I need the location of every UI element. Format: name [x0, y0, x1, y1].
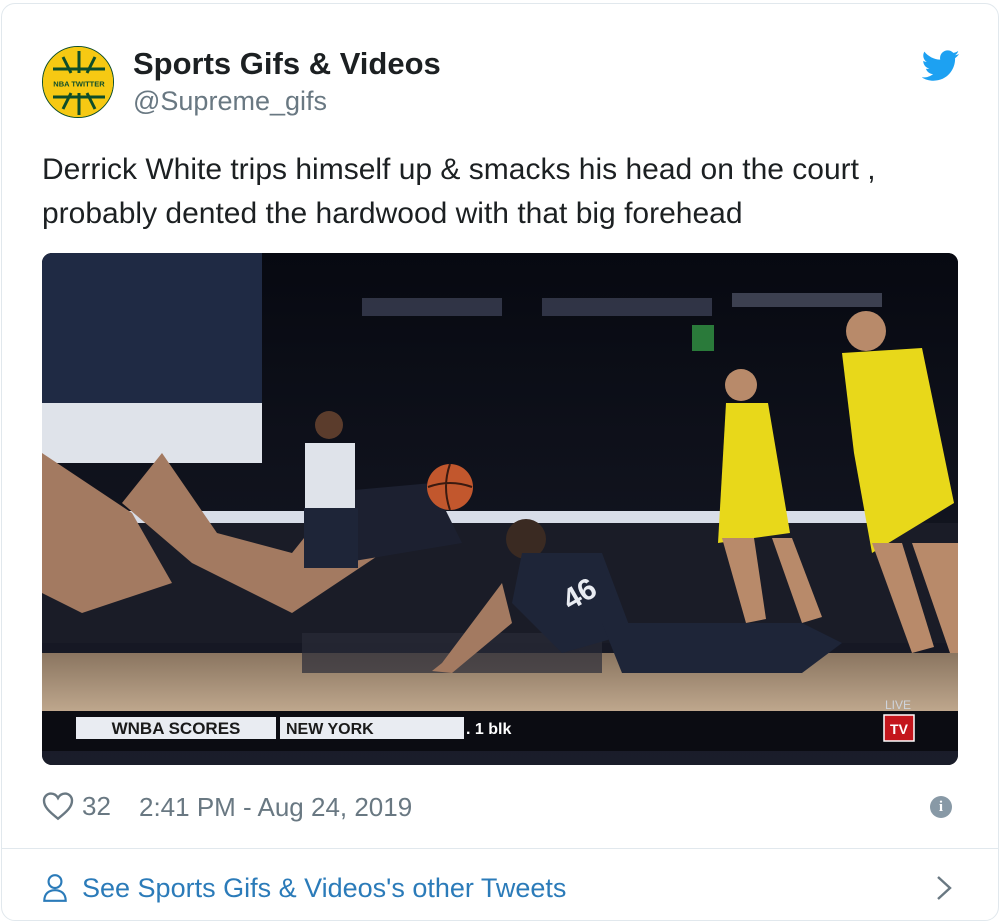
tweet-media-video[interactable]: 46 WNBA SCORES NEW YORK . 1 blk LIVE TV	[42, 253, 958, 765]
info-icon[interactable]: i	[930, 796, 952, 818]
handle[interactable]: @Supreme_gifs	[133, 86, 327, 117]
see-other-tweets-label: See Sports Gifs & Videos's other Tweets	[82, 872, 567, 903]
chevron-right-icon[interactable]	[932, 874, 956, 902]
avatar-text: NBA TWITTER	[53, 80, 105, 89]
video-frame: 46 WNBA SCORES NEW YORK . 1 blk LIVE TV	[42, 253, 958, 765]
scoreboard-label: WNBA SCORES	[112, 719, 241, 738]
tweet-text: Derrick White trips himself up & smacks …	[42, 153, 876, 230]
display-name[interactable]: Sports Gifs & Videos	[133, 46, 441, 82]
avatar-logo: NBA TWITTER	[43, 47, 113, 117]
live-indicator: LIVE	[885, 698, 911, 712]
see-other-tweets-link[interactable]: See Sports Gifs & Videos's other Tweets	[42, 856, 960, 920]
tweet-header: NBA TWITTER Sports Gifs & Videos @Suprem…	[42, 44, 960, 124]
scoreboard-stat: . 1 blk	[466, 721, 511, 738]
divider	[2, 848, 998, 849]
person-icon	[43, 874, 67, 902]
twitter-bird-icon[interactable]	[922, 50, 960, 82]
scoreboard-team: NEW YORK	[286, 721, 374, 738]
network-logo: TV	[890, 721, 909, 737]
tweet-footer: 32 2:41 PM - Aug 24, 2019 i	[42, 786, 960, 826]
avatar[interactable]: NBA TWITTER	[42, 46, 114, 118]
tweet-card: NBA TWITTER Sports Gifs & Videos @Suprem…	[1, 3, 999, 921]
timestamp[interactable]: 2:41 PM - Aug 24, 2019	[139, 792, 412, 823]
like-button[interactable]: 32	[42, 786, 111, 826]
heart-icon	[42, 792, 74, 821]
like-count: 32	[82, 790, 111, 821]
